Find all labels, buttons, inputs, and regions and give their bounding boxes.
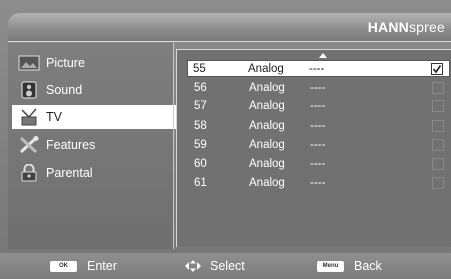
sidebar-item-parental[interactable]: Parental	[18, 162, 168, 184]
channel-checkbox[interactable]	[432, 82, 444, 94]
tv-osd-screen: HANNspree Picture Sound TV Features Pare…	[0, 0, 451, 279]
menu-key-icon: Menu	[317, 260, 344, 272]
channel-name: ----	[310, 100, 326, 112]
channel-number: 61	[194, 177, 207, 189]
channel-list: 55 Analog ---- 56 Analog ---- 57 Analog …	[176, 49, 451, 247]
channel-row[interactable]: 56 Analog ----	[189, 80, 451, 96]
channel-row[interactable]: 59 Analog ----	[189, 137, 451, 153]
back-hint[interactable]: Menu Back	[317, 259, 382, 273]
channel-checkbox[interactable]	[432, 177, 444, 189]
channel-row[interactable]: 58 Analog ----	[189, 118, 451, 134]
tools-icon	[18, 136, 40, 154]
channel-checkbox[interactable]	[431, 63, 443, 75]
channel-number: 56	[194, 82, 207, 94]
channel-type: Analog	[249, 100, 285, 112]
sidebar-item-tv[interactable]: TV	[12, 105, 182, 129]
sidebar-item-label: Picture	[46, 56, 85, 70]
speaker-icon	[18, 81, 40, 99]
channel-number: 57	[194, 100, 207, 112]
channel-name: ----	[309, 63, 325, 75]
channel-checkbox[interactable]	[432, 100, 444, 112]
enter-hint[interactable]: OK Enter	[50, 259, 117, 273]
picture-icon	[18, 54, 40, 72]
lock-icon	[18, 164, 40, 182]
sidebar-menu: Picture Sound TV Features Parental	[8, 43, 182, 249]
channel-name: ----	[310, 158, 326, 170]
channel-name: ----	[310, 82, 326, 94]
enter-hint-label: Enter	[87, 259, 117, 273]
scroll-up-icon[interactable]	[319, 53, 327, 58]
channel-name: ----	[310, 139, 326, 151]
channel-number: 55	[193, 63, 206, 75]
channel-number: 59	[194, 139, 207, 151]
footer-hints: OK Enter Select Menu Back	[0, 253, 451, 279]
sidebar-item-label: TV	[46, 110, 62, 124]
header-bar: HANNspree	[8, 13, 451, 42]
select-hint-label: Select	[210, 259, 245, 273]
channel-checkbox[interactable]	[432, 158, 444, 170]
select-hint[interactable]: Select	[184, 259, 245, 273]
sidebar-item-label: Parental	[46, 166, 93, 180]
channel-checkbox[interactable]	[432, 120, 444, 132]
antenna-icon	[18, 108, 40, 126]
sidebar-item-label: Sound	[46, 83, 83, 97]
channel-number: 60	[194, 158, 207, 170]
channel-type: Analog	[249, 158, 285, 170]
channel-type: Analog	[249, 82, 285, 94]
channel-number: 58	[194, 120, 207, 132]
sidebar-item-sound[interactable]: Sound	[18, 79, 168, 101]
sidebar-item-features[interactable]: Features	[18, 134, 168, 156]
channel-row[interactable]: 60 Analog ----	[189, 156, 451, 172]
brand-logo: HANNspree	[367, 19, 445, 35]
sidebar-item-label: Features	[46, 138, 96, 152]
channel-type: Analog	[249, 120, 285, 132]
sidebar-item-picture[interactable]: Picture	[18, 52, 168, 74]
channel-row[interactable]: 61 Analog ----	[189, 175, 451, 191]
channel-checkbox[interactable]	[432, 139, 444, 151]
channel-row[interactable]: 57 Analog ----	[189, 98, 451, 114]
channel-type: Analog	[248, 63, 284, 75]
channel-name: ----	[310, 177, 326, 189]
arrows-icon	[184, 260, 202, 272]
back-hint-label: Back	[354, 259, 382, 273]
channel-type: Analog	[249, 139, 285, 151]
channel-row[interactable]: 55 Analog ----	[187, 60, 450, 77]
ok-key-icon: OK	[50, 260, 77, 272]
channel-type: Analog	[249, 177, 285, 189]
channel-name: ----	[310, 120, 326, 132]
checkmark-icon	[432, 65, 442, 74]
